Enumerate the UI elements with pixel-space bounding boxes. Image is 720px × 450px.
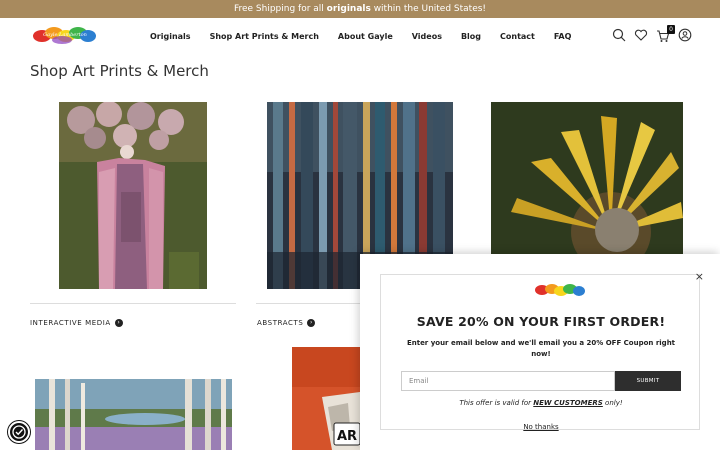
page-title: Shop Art Prints & Merch bbox=[30, 62, 209, 80]
nav-originals[interactable]: Originals bbox=[150, 32, 191, 41]
arrow-right-icon: › bbox=[307, 319, 316, 327]
offer-prefix: This offer is valid for bbox=[459, 399, 534, 407]
cart-count-badge: 0 bbox=[667, 25, 675, 34]
modal-logo bbox=[535, 284, 585, 296]
accessibility-icon bbox=[12, 425, 26, 439]
heart-icon[interactable] bbox=[634, 28, 648, 42]
email-input[interactable]: Email bbox=[401, 371, 615, 391]
modal-body-text: Enter your email below and we'll email y… bbox=[406, 339, 676, 358]
modal-content: SAVE 20% ON YOUR FIRST ORDER! Enter your… bbox=[380, 274, 701, 431]
category-link-interactive-media[interactable]: INTERACTIVE MEDIA › bbox=[30, 319, 123, 327]
accessibility-button[interactable] bbox=[8, 421, 30, 443]
card-divider bbox=[30, 303, 236, 304]
promo-text-suffix: within the United States! bbox=[370, 4, 487, 14]
nav-videos[interactable]: Videos bbox=[412, 32, 442, 41]
offer-note: This offer is valid for NEW CUSTOMERS on… bbox=[381, 399, 701, 407]
nav-blog[interactable]: Blog bbox=[461, 32, 481, 41]
close-icon[interactable]: × bbox=[695, 270, 704, 283]
nav-shop-prints[interactable]: Shop Art Prints & Merch bbox=[210, 32, 319, 41]
logo-text: Gayle Lamberton bbox=[43, 32, 87, 38]
artwork-image[interactable] bbox=[59, 102, 207, 289]
artwork-image[interactable] bbox=[491, 102, 683, 254]
offer-highlight: NEW CUSTOMERS bbox=[533, 399, 603, 407]
main-nav: Originals Shop Art Prints & Merch About … bbox=[150, 32, 590, 41]
nav-about[interactable]: About Gayle bbox=[338, 32, 393, 41]
category-link-abstracts[interactable]: ABSTRACTS › bbox=[257, 319, 316, 327]
offer-suffix: only! bbox=[602, 399, 623, 407]
account-icon[interactable] bbox=[678, 28, 692, 42]
site-logo[interactable]: Gayle Lamberton bbox=[32, 24, 98, 46]
site-header: Gayle Lamberton Originals Shop Art Print… bbox=[0, 18, 720, 56]
search-icon[interactable] bbox=[612, 28, 626, 42]
no-thanks-link[interactable]: No thanks bbox=[381, 423, 701, 431]
submit-button[interactable]: SUBMIT bbox=[615, 371, 681, 391]
category-label: INTERACTIVE MEDIA bbox=[30, 319, 111, 327]
promo-bar: Free Shipping for all originals within t… bbox=[0, 0, 720, 18]
header-icons: 0 bbox=[612, 25, 692, 42]
poster-text: AR bbox=[337, 429, 357, 444]
card-divider bbox=[256, 303, 360, 304]
arrow-right-icon: › bbox=[114, 319, 123, 327]
email-signup-modal: SAVE 20% ON YOUR FIRST ORDER! Enter your… bbox=[360, 254, 720, 450]
nav-contact[interactable]: Contact bbox=[500, 32, 535, 41]
modal-heading: SAVE 20% ON YOUR FIRST ORDER! bbox=[416, 314, 666, 329]
category-label: ABSTRACTS bbox=[257, 319, 304, 327]
artwork-image-birch-landscape[interactable] bbox=[35, 379, 232, 450]
cart-button[interactable]: 0 bbox=[656, 25, 675, 42]
promo-text-prefix: Free Shipping for all bbox=[233, 4, 327, 14]
artwork-image-red-poster[interactable]: AR bbox=[292, 347, 360, 450]
nav-faq[interactable]: FAQ bbox=[554, 32, 572, 41]
promo-text-highlight: originals bbox=[326, 4, 371, 14]
